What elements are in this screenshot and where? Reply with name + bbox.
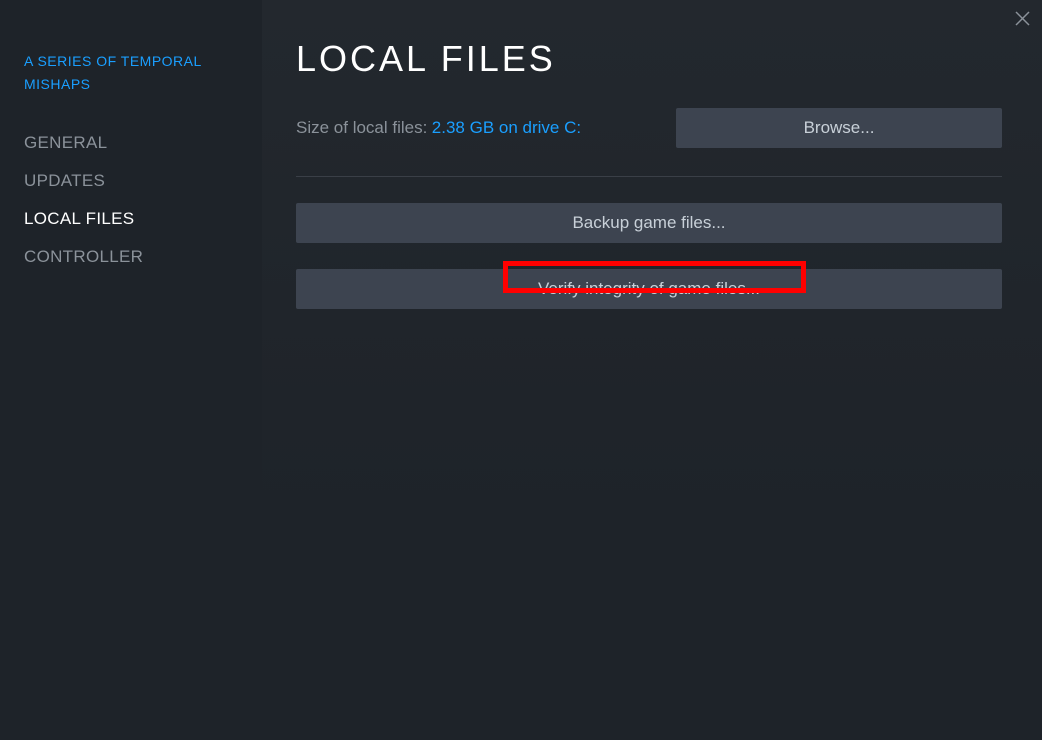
sidebar-item-controller[interactable]: CONTROLLER	[24, 238, 262, 276]
size-row: Size of local files: 2.38 GB on drive C:…	[296, 108, 1002, 148]
browse-button[interactable]: Browse...	[676, 108, 1002, 148]
sidebar-item-updates[interactable]: UPDATES	[24, 162, 262, 200]
sidebar-item-general[interactable]: GENERAL	[24, 124, 262, 162]
sidebar-game-title: A SERIES OF TEMPORAL MISHAPS	[24, 50, 224, 96]
size-label: Size of local files:	[296, 118, 427, 137]
size-text-wrap: Size of local files: 2.38 GB on drive C:	[296, 118, 581, 138]
divider	[296, 176, 1002, 177]
verify-highlight-wrap: Verify integrity of game files...	[296, 269, 1002, 309]
close-icon	[1015, 11, 1030, 26]
main-panel: LOCAL FILES Size of local files: 2.38 GB…	[262, 0, 1042, 740]
page-title: LOCAL FILES	[296, 38, 1002, 80]
close-button[interactable]	[1012, 8, 1032, 28]
sidebar-item-local-files[interactable]: LOCAL FILES	[24, 200, 262, 238]
verify-integrity-button[interactable]: Verify integrity of game files...	[296, 269, 1002, 309]
size-value: 2.38 GB on drive C:	[432, 118, 581, 137]
sidebar: A SERIES OF TEMPORAL MISHAPS GENERAL UPD…	[0, 0, 262, 740]
backup-button[interactable]: Backup game files...	[296, 203, 1002, 243]
